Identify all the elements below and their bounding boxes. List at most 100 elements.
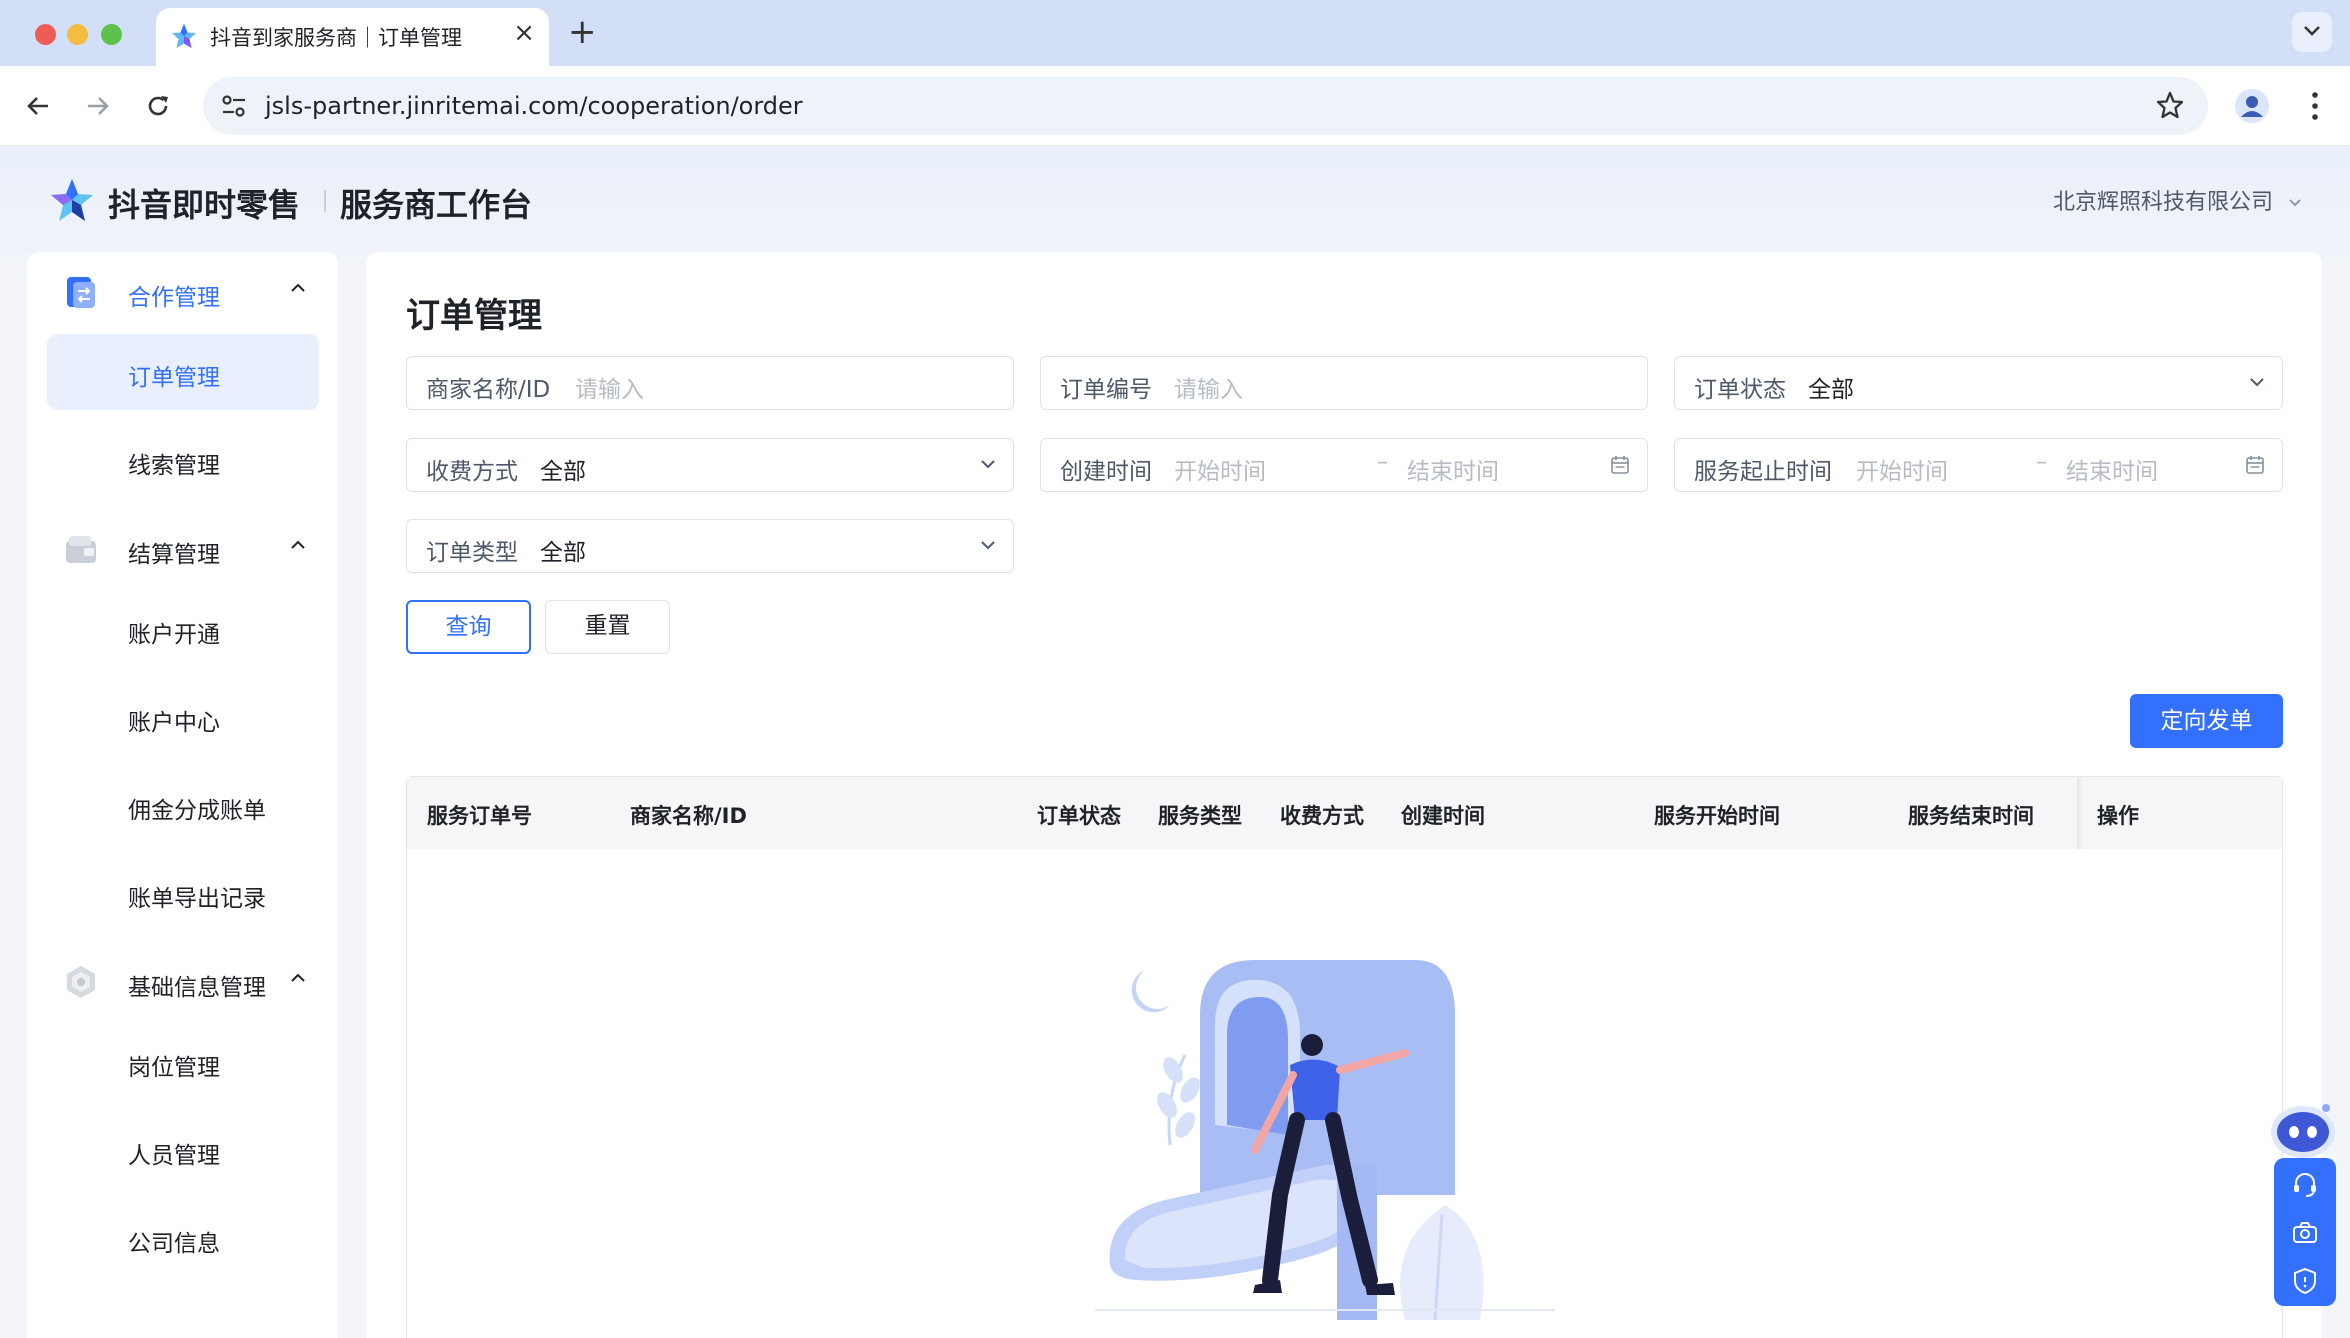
column-header: 收费方式 <box>1280 804 1364 828</box>
forward-arrow-icon[interactable] <box>82 90 114 122</box>
close-window-button[interactable] <box>35 24 56 45</box>
sidebar-group-cooperation[interactable]: 合作管理 <box>27 260 338 324</box>
sidebar-item-label: 账户开通 <box>128 622 220 648</box>
reload-icon[interactable] <box>142 90 174 122</box>
assistant-robot-icon[interactable] <box>2268 1100 2338 1160</box>
brand-name: 抖音即时零售 <box>108 186 301 224</box>
sidebar-item-lead-management[interactable]: 线索管理 <box>47 422 319 498</box>
column-header: 商家名称/ID <box>630 804 747 828</box>
minimize-window-button[interactable] <box>67 24 88 45</box>
created-end-input[interactable]: 结束时间 <box>1407 452 1499 486</box>
chevron-up-icon <box>291 973 305 982</box>
brand-subtitle: 服务商工作台 <box>340 186 533 224</box>
maximize-window-button[interactable] <box>101 24 122 45</box>
sidebar-group-basic-info[interactable]: 基础信息管理 <box>27 950 338 1014</box>
fee-method-value: 全部 <box>540 459 586 485</box>
floating-toolbar <box>2274 1158 2336 1306</box>
sidebar: 合作管理 订单管理 线索管理 结算管理 账户开通 账户中心 佣金分成账单 账单导… <box>27 252 338 1338</box>
sidebar-item-commission-bill[interactable]: 佣金分成账单 <box>47 767 319 843</box>
sidebar-group-label: 结算管理 <box>128 542 220 568</box>
service-time-range[interactable]: 服务起止时间 开始时间 – 结束时间 <box>1674 438 2283 492</box>
site-settings-icon[interactable] <box>221 94 247 118</box>
sidebar-item-position-management[interactable]: 岗位管理 <box>47 1024 319 1100</box>
browser-tab-active[interactable]: 抖音到家服务商｜订单管理 × <box>156 8 549 66</box>
empty-state-illustration <box>1095 960 1555 1321</box>
chevron-down-icon <box>981 541 995 550</box>
sidebar-item-label: 账户中心 <box>128 710 220 736</box>
sidebar-item-label: 公司信息 <box>128 1231 220 1257</box>
tab-search-button[interactable] <box>2292 12 2332 52</box>
cooperation-icon <box>67 277 95 308</box>
field-label: 商家名称/ID <box>426 377 551 403</box>
brand-divider <box>324 190 326 212</box>
browser-menu-icon[interactable] <box>2300 88 2330 124</box>
directed-dispatch-button[interactable]: 定向发单 <box>2130 694 2283 748</box>
shield-check-icon[interactable] <box>2290 1266 2320 1296</box>
url-text: jsls-partner.jinritemai.com/cooperation/… <box>265 92 803 120</box>
sidebar-item-bill-export-records[interactable]: 账单导出记录 <box>47 855 319 931</box>
service-start-input[interactable]: 开始时间 <box>1856 452 1948 486</box>
tab-close-icon[interactable]: × <box>513 18 535 48</box>
service-end-input[interactable]: 结束时间 <box>2066 452 2158 486</box>
column-header: 服务类型 <box>1158 804 1242 828</box>
customer-service-icon[interactable] <box>2290 1170 2320 1200</box>
merchant-search-input[interactable]: 请输入 <box>575 370 644 404</box>
table-header: 服务订单号 商家名称/ID 订单状态 服务类型 收费方式 创建时间 服务开始时间… <box>407 777 2282 849</box>
field-label: 创建时间 <box>1060 459 1152 485</box>
chevron-down-icon <box>981 460 995 469</box>
sidebar-item-label: 账单导出记录 <box>128 886 266 912</box>
field-label: 订单编号 <box>1060 377 1152 403</box>
sidebar-item-order-management[interactable]: 订单管理 <box>47 334 319 410</box>
created-time-range[interactable]: 创建时间 开始时间 – 结束时间 <box>1040 438 1648 492</box>
sidebar-item-label: 订单管理 <box>128 365 220 391</box>
chevron-down-icon <box>2289 199 2301 207</box>
back-arrow-icon[interactable] <box>22 90 54 122</box>
merchant-search-field[interactable]: 商家名称/ID 请输入 <box>406 356 1014 410</box>
created-start-input[interactable]: 开始时间 <box>1174 452 1266 486</box>
column-header: 操作 <box>2097 804 2139 828</box>
range-separator: – <box>1377 450 1388 475</box>
order-type-value: 全部 <box>540 540 586 566</box>
order-number-field[interactable]: 订单编号 请输入 <box>1040 356 1648 410</box>
address-bar[interactable]: jsls-partner.jinritemai.com/cooperation/… <box>203 77 2208 135</box>
sticky-column-shadow <box>2077 777 2083 849</box>
column-header: 创建时间 <box>1401 804 1485 828</box>
camera-icon[interactable] <box>2290 1218 2320 1248</box>
sidebar-item-account-center[interactable]: 账户中心 <box>47 679 319 755</box>
order-type-select[interactable]: 订单类型 全部 <box>406 519 1014 573</box>
field-label: 订单类型 <box>426 540 518 566</box>
reset-button[interactable]: 重置 <box>545 600 670 654</box>
new-tab-icon[interactable]: + <box>568 12 597 52</box>
page-title: 订单管理 <box>406 296 542 336</box>
column-header: 服务开始时间 <box>1654 804 1780 828</box>
browser-tab-bar: 抖音到家服务商｜订单管理 × + <box>0 0 2350 66</box>
chevron-down-icon <box>2304 26 2320 36</box>
fee-method-select[interactable]: 收费方式 全部 <box>406 438 1014 492</box>
sidebar-item-label: 岗位管理 <box>128 1055 220 1081</box>
order-status-select[interactable]: 订单状态 全部 <box>1674 356 2283 410</box>
field-label: 收费方式 <box>426 459 518 485</box>
chevron-up-icon <box>291 283 305 292</box>
profile-avatar-icon[interactable] <box>2234 88 2270 124</box>
browser-toolbar: jsls-partner.jinritemai.com/cooperation/… <box>0 66 2350 146</box>
sidebar-group-label: 合作管理 <box>128 285 220 311</box>
calendar-icon[interactable] <box>1610 455 1630 475</box>
page: 抖音即时零售 服务商工作台 北京辉照科技有限公司 合作管理 订单管理 线索管理 <box>0 146 2350 1338</box>
chevron-down-icon <box>2250 378 2264 387</box>
field-label: 服务起止时间 <box>1694 459 1832 485</box>
calendar-icon[interactable] <box>2245 455 2265 475</box>
tab-title: 抖音到家服务商｜订单管理 <box>210 26 462 50</box>
company-switcher[interactable]: 北京辉照科技有限公司 <box>2053 184 2302 216</box>
chevron-up-icon <box>291 540 305 549</box>
bookmark-star-icon[interactable] <box>2154 89 2186 121</box>
query-button[interactable]: 查询 <box>406 600 531 654</box>
column-header: 订单状态 <box>1037 804 1121 828</box>
sidebar-item-account-opening[interactable]: 账户开通 <box>47 591 319 667</box>
column-header: 服务结束时间 <box>1908 804 2034 828</box>
order-status-value: 全部 <box>1808 377 1854 403</box>
sidebar-group-settlement[interactable]: 结算管理 <box>27 517 338 581</box>
order-number-input[interactable]: 请输入 <box>1174 370 1243 404</box>
company-name: 北京辉照科技有限公司 <box>2052 190 2273 215</box>
sidebar-item-company-info[interactable]: 公司信息 <box>47 1200 319 1276</box>
sidebar-item-staff-management[interactable]: 人员管理 <box>47 1112 319 1188</box>
